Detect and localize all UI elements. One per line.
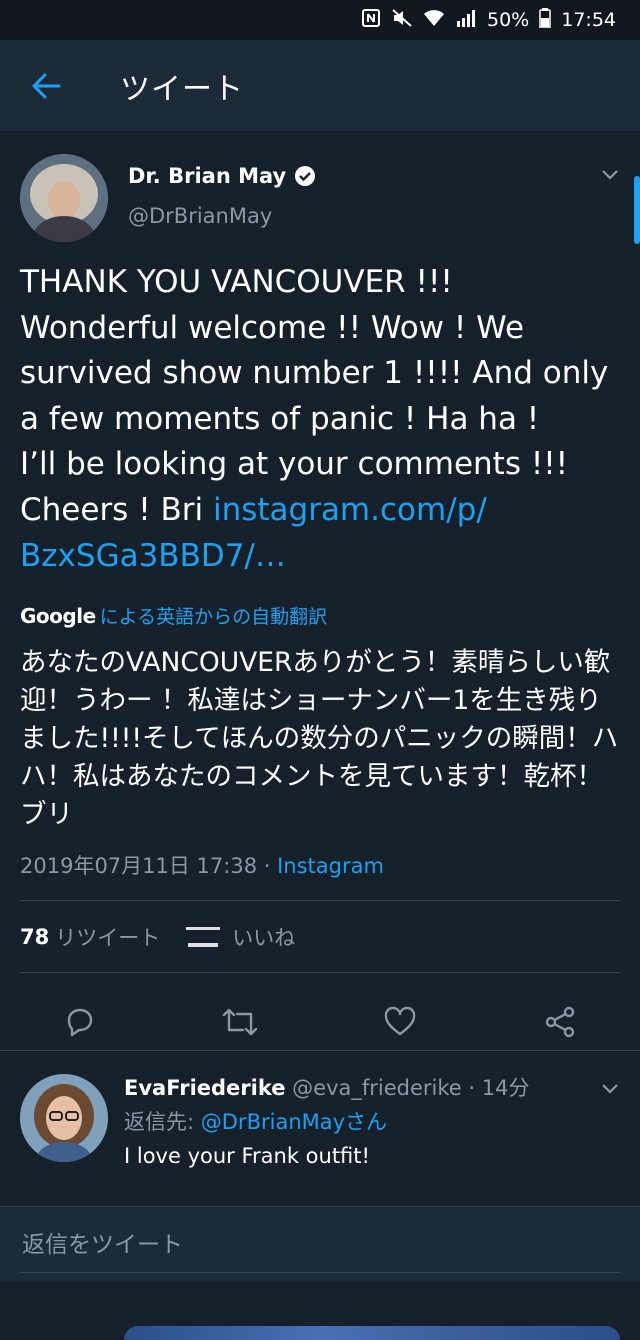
reply-input[interactable]: [20, 1217, 624, 1273]
retweet-icon: [222, 1008, 258, 1036]
retweet-label: リツイート: [55, 926, 161, 950]
engagement-counts[interactable]: 78 リツイート いいね: [20, 922, 295, 952]
reply-handle-time: @eva_friederike · 14分: [285, 1076, 530, 1100]
reply-composer: [0, 1206, 640, 1281]
reply-mention-link[interactable]: @DrBrianMayさん: [201, 1110, 387, 1134]
page-title: ツイート: [120, 71, 244, 107]
battery-percent: 50%: [487, 9, 530, 31]
translation-label: Google による英語からの自動翻訳: [20, 602, 327, 629]
chevron-down-icon: [602, 1084, 618, 1094]
arrow-left-icon: [32, 73, 61, 98]
divider: [20, 900, 620, 901]
retweet-button[interactable]: [218, 1000, 262, 1044]
heart-icon: [384, 1006, 416, 1036]
clock: 17:54: [561, 9, 616, 31]
back-button[interactable]: [16, 56, 76, 116]
reply-text: I love your Frank outfit!: [124, 1144, 370, 1168]
verified-badge-icon: [295, 166, 316, 186]
reply-tweet[interactable]: EvaFriederike @eva_friederike · 14分 返信先:…: [0, 1052, 640, 1340]
input-underline: [20, 1272, 620, 1273]
like-count: [180, 923, 225, 951]
google-logo: Google: [20, 603, 96, 628]
timestamp: 2019年07月11日 17:38 ·: [20, 854, 278, 878]
share-icon: [545, 1006, 575, 1038]
author-name[interactable]: Dr. Brian May: [128, 164, 316, 188]
action-bar: [0, 988, 640, 1058]
translated-text: あなたのVANCOUVERありがとう！素晴らしい歓迎！うわー ！私達はショーナン…: [20, 647, 619, 830]
avatar[interactable]: [20, 1074, 108, 1162]
reply-menu-button[interactable]: [598, 1076, 622, 1100]
tweet-menu-button[interactable]: [598, 162, 622, 186]
source-link[interactable]: Instagram: [277, 854, 384, 878]
scrollbar[interactable]: [634, 176, 640, 244]
app-bar: ツイート: [0, 40, 640, 132]
tweet-meta: 2019年07月11日 17:38 · Instagram: [20, 850, 384, 880]
status-bar: 50% 17:54: [0, 0, 640, 40]
chevron-down-icon: [602, 170, 618, 180]
tweet-text: THANK YOU VANCOUVER !!! Wonderful welcom…: [20, 264, 609, 574]
reply-button[interactable]: [58, 1000, 102, 1044]
like-button[interactable]: [378, 1000, 422, 1044]
translation-link[interactable]: による英語からの自動翻訳: [100, 602, 327, 629]
retweet-count: 78: [20, 925, 50, 949]
mute-icon: [391, 8, 413, 33]
like-label: いいね: [232, 926, 296, 950]
reply-header: EvaFriederike @eva_friederike · 14分: [124, 1072, 529, 1102]
battery-icon: [539, 7, 551, 33]
avatar[interactable]: [20, 154, 108, 242]
status-icons: 50% 17:54: [361, 7, 616, 33]
reply-to: 返信先: @DrBrianMayさん: [124, 1110, 388, 1134]
share-button[interactable]: [538, 1000, 582, 1044]
nfc-icon: [361, 8, 381, 33]
reply-author-name[interactable]: EvaFriederike: [124, 1076, 285, 1100]
divider: [20, 972, 620, 973]
wifi-icon: [423, 9, 445, 32]
reply-icon: [67, 1008, 93, 1037]
signal-icon: [455, 9, 477, 32]
reply-media-image[interactable]: [124, 1326, 620, 1340]
divider: [0, 1050, 640, 1051]
author-handle[interactable]: @DrBrianMay: [128, 204, 272, 228]
